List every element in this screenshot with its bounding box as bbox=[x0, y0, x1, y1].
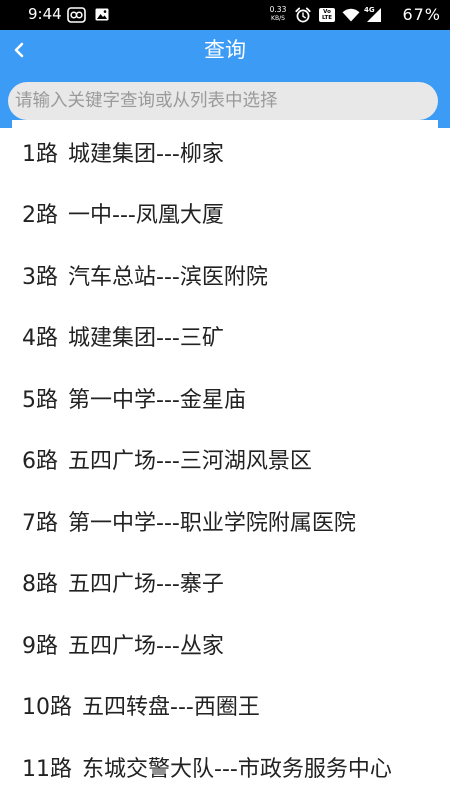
route-list-item[interactable]: 1路 城建集团---柳家 bbox=[12, 121, 438, 183]
route-number: 4路 bbox=[22, 326, 58, 352]
network-speed: 0.33 KB/S bbox=[266, 6, 290, 23]
route-list-item[interactable]: 6路 五四广场---三河湖风景区 bbox=[12, 429, 438, 491]
route-list-item[interactable]: 2路 一中---凤凰大厦 bbox=[12, 183, 438, 245]
route-list-item[interactable]: 11路 东城交警大队---市政务服务中心 bbox=[12, 736, 438, 798]
route-number: 10路 bbox=[22, 695, 72, 721]
cell-signal: 4G bbox=[364, 6, 382, 23]
route-number: 7路 bbox=[22, 510, 58, 536]
network-type: 4G bbox=[364, 6, 375, 14]
route-number: 5路 bbox=[22, 387, 58, 413]
wifi-icon bbox=[342, 8, 360, 22]
route-stops: 第一中学---职业学院附属医院 bbox=[68, 510, 356, 536]
volte-icon: Vo LTE bbox=[319, 8, 335, 22]
route-list: 1路 城建集团---柳家 2路 一中---凤凰大厦 3路 汽车总站---滨医附院… bbox=[12, 120, 438, 800]
route-stops: 城建集团---柳家 bbox=[68, 141, 224, 167]
status-time: 9:44 bbox=[28, 5, 62, 23]
route-stops: 五四广场---三河湖风景区 bbox=[68, 449, 312, 475]
route-stops: 东城交警大队---市政务服务中心 bbox=[82, 756, 392, 782]
app-notification-icon bbox=[67, 7, 86, 23]
search-input[interactable] bbox=[8, 82, 438, 120]
battery-percent: 67% bbox=[402, 5, 441, 24]
route-list-item[interactable]: 10路 五四转盘---西圈王 bbox=[12, 675, 438, 737]
route-number: 9路 bbox=[22, 633, 58, 659]
route-stops: 一中---凤凰大厦 bbox=[68, 203, 224, 229]
route-list-item[interactable]: 9路 五四广场---丛家 bbox=[12, 613, 438, 675]
route-list-item[interactable]: 8路 五四广场---寨子 bbox=[12, 552, 438, 614]
image-notification-icon bbox=[95, 8, 109, 21]
route-stops: 汽车总站---滨医附院 bbox=[68, 264, 268, 290]
route-list-item[interactable]: 7路 第一中学---职业学院附属医院 bbox=[12, 490, 438, 552]
route-stops: 五四广场---寨子 bbox=[68, 572, 224, 598]
route-list-item[interactable]: 5路 第一中学---金星庙 bbox=[12, 367, 438, 429]
route-number: 6路 bbox=[22, 449, 58, 475]
page-title: 查询 bbox=[204, 38, 246, 62]
route-stops: 第一中学---金星庙 bbox=[68, 387, 246, 413]
volte-bottom-label: LTE bbox=[321, 15, 333, 21]
route-stops: 五四转盘---西圈王 bbox=[82, 695, 260, 721]
route-number: 1路 bbox=[22, 141, 58, 167]
route-number: 11路 bbox=[22, 756, 72, 782]
route-number: 8路 bbox=[22, 572, 58, 598]
route-list-item[interactable]: 4路 城建集团---三矿 bbox=[12, 306, 438, 368]
route-stops: 五四广场---丛家 bbox=[68, 633, 224, 659]
alarm-icon bbox=[295, 7, 311, 23]
route-number: 3路 bbox=[22, 264, 58, 290]
status-bar: 9:44 0.33 KB/S Vo LTE 4G 67% bbox=[0, 0, 450, 30]
route-number: 2路 bbox=[22, 203, 58, 229]
route-list-item[interactable]: 3路 汽车总站---滨医附院 bbox=[12, 244, 438, 306]
network-speed-value: 0.33 bbox=[269, 5, 287, 14]
route-stops: 城建集团---三矿 bbox=[68, 326, 224, 352]
network-speed-unit: KB/S bbox=[271, 15, 285, 22]
